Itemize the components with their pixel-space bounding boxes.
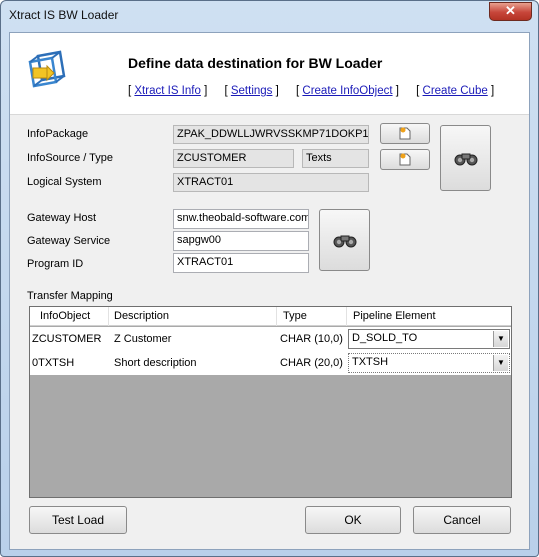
chevron-down-icon[interactable]: ▼ [493,355,508,371]
link-create-infoobject[interactable]: Create InfoObject [302,85,392,97]
ok-button[interactable]: OK [305,506,401,534]
gateway-service-label: Gateway Service [27,235,111,247]
binoculars-icon [454,153,477,166]
table-row[interactable]: ZCUSTOMER Z Customer CHAR (10,0) D_SOLD_… [30,327,511,351]
link-xtract-is-info[interactable]: Xtract IS Info [134,85,200,97]
window-title: Xtract IS BW Loader [9,8,119,22]
transfer-mapping-grid[interactable]: InfoObject Description Type Pipeline Ele… [29,306,512,498]
close-icon: ✕ [505,3,516,18]
column-header-type[interactable]: Type [283,310,307,322]
new-infosource-button[interactable] [380,149,430,170]
column-header-infoobject[interactable]: InfoObject [40,310,90,322]
pipeline-element-select[interactable]: TXTSH ▼ [348,353,510,373]
pipeline-element-value: TXTSH [352,356,389,368]
dialog-client: Define data destination for BW Loader [ … [9,32,530,550]
cell-type: CHAR (20,0) [280,357,343,369]
test-load-button[interactable]: Test Load [29,506,127,534]
infopackage-label: InfoPackage [27,128,89,140]
new-document-icon [399,127,411,140]
program-id-label: Program ID [27,258,84,270]
new-document-icon [399,153,411,166]
cell-type: CHAR (10,0) [280,333,343,345]
gateway-host-input[interactable]: snw.theobald-software.com [173,209,309,229]
cell-description: Z Customer [114,333,172,345]
logical-system-label: Logical System [27,176,102,188]
lookup-gateway-button[interactable] [319,209,370,271]
infosource-label: InfoSource / Type [27,152,114,164]
lookup-infopackage-button[interactable] [440,125,491,191]
gateway-service-input[interactable]: sapgw00 [173,231,309,251]
link-settings[interactable]: Settings [231,85,273,97]
header-links: [ Xtract IS Info ] [ Settings ] [ Create… [128,85,495,97]
chevron-down-icon[interactable]: ▼ [493,331,508,347]
new-infopackage-button[interactable] [380,123,430,144]
close-button[interactable]: ✕ [489,2,532,21]
page-title: Define data destination for BW Loader [128,55,383,71]
cell-infoobject: 0TXTSH [32,357,75,369]
column-header-description[interactable]: Description [114,310,169,322]
column-header-pipeline-element[interactable]: Pipeline Element [353,310,436,322]
logical-system-field[interactable]: XTRACT01 [173,173,369,192]
infosource-field[interactable]: ZCUSTOMER [173,149,294,168]
infosource-type-field[interactable]: Texts [302,149,369,168]
title-bar: Xtract IS BW Loader [1,1,538,32]
infopackage-field[interactable]: ZPAK_DDWLLJWRVSSKMP71DOKP11 [173,125,369,144]
main-window: Xtract IS BW Loader ✕ Define data destin… [0,0,539,557]
link-create-cube[interactable]: Create Cube [423,85,488,97]
gateway-host-label: Gateway Host [27,212,97,224]
binoculars-icon [333,235,356,248]
program-id-input[interactable]: XTRACT01 [173,253,309,273]
pipeline-element-value: D_SOLD_TO [352,332,418,344]
cube-icon [28,50,66,88]
transfer-mapping-label: Transfer Mapping [27,290,113,302]
table-row[interactable]: 0TXTSH Short description CHAR (20,0) TXT… [30,351,511,375]
cell-infoobject: ZCUSTOMER [32,333,102,345]
grid-header: InfoObject Description Type Pipeline Ele… [30,307,511,326]
cell-description: Short description [114,357,197,369]
cancel-button[interactable]: Cancel [413,506,511,534]
header-panel: Define data destination for BW Loader [ … [10,33,529,115]
pipeline-element-select[interactable]: D_SOLD_TO ▼ [348,329,510,349]
